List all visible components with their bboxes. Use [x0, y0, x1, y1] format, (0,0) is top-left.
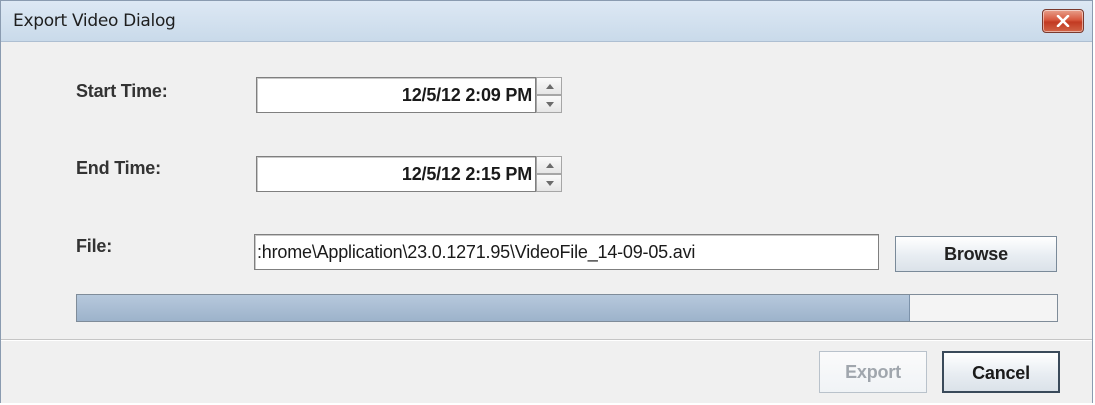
cancel-button[interactable]: Cancel: [942, 351, 1060, 393]
end-time-input[interactable]: 12/5/12 2:15 PM: [256, 156, 536, 192]
browse-button[interactable]: Browse: [895, 236, 1057, 272]
window-title: Export Video Dialog: [13, 11, 176, 31]
arrow-down-icon: [546, 102, 554, 107]
arrow-down-icon: [546, 181, 554, 186]
export-video-dialog: Export Video Dialog Start Time: 12/5/12 …: [0, 0, 1093, 403]
file-label: File:: [76, 236, 113, 256]
end-time-label: End Time:: [76, 158, 161, 178]
start-time-spin-buttons: [536, 77, 562, 113]
file-path-input[interactable]: :hrome\Application\23.0.1271.95\VideoFil…: [254, 234, 879, 270]
arrow-up-icon: [546, 84, 554, 89]
dialog-footer: Export Cancel: [1, 340, 1092, 403]
start-time-input[interactable]: 12/5/12 2:09 PM: [256, 77, 536, 113]
start-time-increment-button[interactable]: [536, 77, 562, 95]
end-time-spin-buttons: [536, 156, 562, 192]
progress-fill: [77, 295, 910, 321]
end-time-decrement-button[interactable]: [536, 174, 562, 192]
start-time-decrement-button[interactable]: [536, 95, 562, 113]
export-progress-bar: [76, 294, 1058, 322]
title-bar[interactable]: Export Video Dialog: [1, 1, 1092, 42]
start-time-label: Start Time:: [76, 81, 168, 101]
file-path-text: :hrome\Application\23.0.1271.95\VideoFil…: [257, 242, 696, 262]
close-button[interactable]: [1042, 9, 1084, 33]
close-icon: [1056, 15, 1070, 27]
arrow-up-icon: [546, 163, 554, 168]
end-time-increment-button[interactable]: [536, 156, 562, 174]
export-button[interactable]: Export: [819, 351, 927, 393]
